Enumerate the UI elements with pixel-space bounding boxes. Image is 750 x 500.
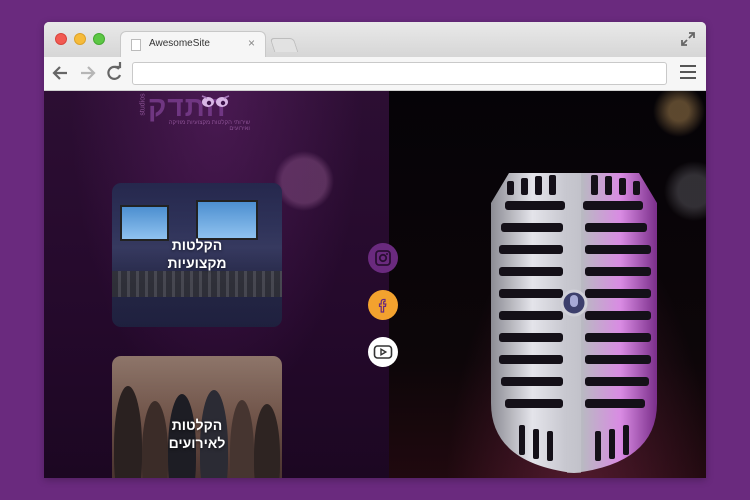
- card-event-recordings[interactable]: הקלטות לאירועים: [112, 356, 282, 478]
- facebook-button[interactable]: [368, 290, 398, 320]
- card-title: הקלטות מקצועיות: [167, 237, 227, 271]
- tab-title: AwesomeSite: [149, 38, 210, 49]
- youtube-button[interactable]: [368, 337, 398, 367]
- reload-icon[interactable]: [105, 61, 123, 92]
- logo-studios: studios: [139, 93, 147, 116]
- logo-eyes-icon: [201, 95, 230, 107]
- forward-icon[interactable]: [78, 61, 96, 91]
- mixing-console-image: [112, 271, 282, 297]
- fullscreen-icon[interactable]: [680, 31, 696, 52]
- studio-monitor-image: [196, 200, 258, 240]
- youtube-icon: [373, 345, 393, 359]
- logo-tagline: שירותי הקלטות מקצועיות מוזיקה ואירועים: [168, 120, 250, 132]
- page-icon: [131, 39, 141, 51]
- tab-bar: AwesomeSite ×: [44, 22, 706, 57]
- page-content: חתדק studios שירותי הקלטות מקצועיות מוזי…: [44, 91, 706, 478]
- tab-close-icon[interactable]: ×: [248, 36, 255, 50]
- microphone-image: [491, 173, 657, 473]
- new-tab-button[interactable]: [269, 38, 299, 52]
- instagram-button[interactable]: [368, 243, 398, 273]
- facebook-icon: [378, 298, 387, 313]
- menu-icon[interactable]: [680, 65, 696, 79]
- back-icon[interactable]: [52, 61, 70, 91]
- close-window-button[interactable]: [55, 33, 67, 45]
- site-logo[interactable]: חתדק studios שירותי הקלטות מקצועיות מוזי…: [139, 91, 250, 132]
- browser-toolbar: [44, 57, 706, 91]
- minimize-window-button[interactable]: [74, 33, 86, 45]
- browser-tab[interactable]: AwesomeSite ×: [120, 31, 266, 57]
- left-panel: חתדק studios שירותי הקלטות מקצועיות מוזי…: [44, 91, 389, 478]
- instagram-icon: [375, 250, 391, 266]
- hero-image-microphone: [389, 91, 706, 478]
- address-bar[interactable]: [132, 62, 667, 85]
- card-title: הקלטות לאירועים: [168, 417, 226, 451]
- card-professional-recordings[interactable]: הקלטות מקצועיות: [112, 183, 282, 327]
- maximize-window-button[interactable]: [93, 33, 105, 45]
- browser-window: AwesomeSite × חתדק studios שירותי הקלטות…: [44, 22, 706, 478]
